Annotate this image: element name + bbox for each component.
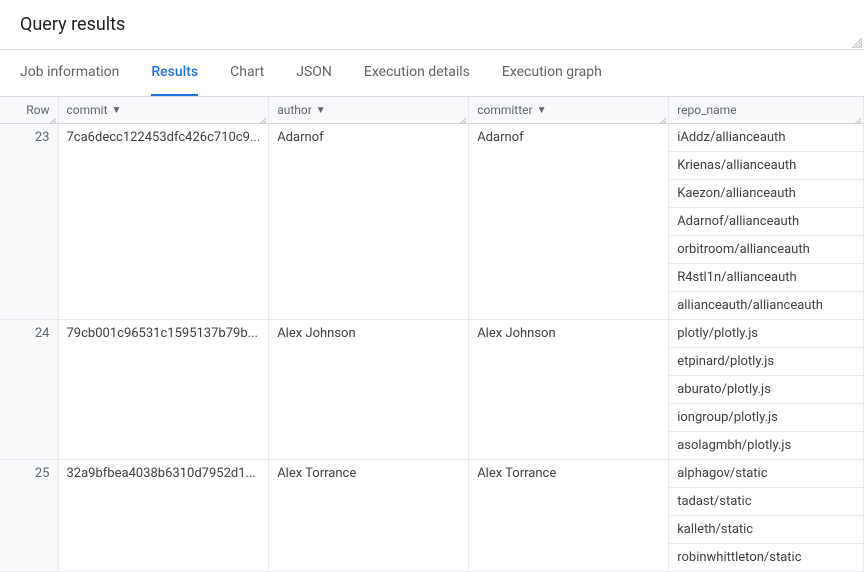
cell-committer: Alex Johnson bbox=[469, 320, 669, 460]
cell-rownum: 23 bbox=[0, 124, 58, 320]
resize-handle-icon[interactable] bbox=[258, 113, 266, 121]
cell-repo-name: alphagov/static bbox=[669, 460, 864, 488]
cell-repo-name: tadast/static bbox=[669, 488, 864, 516]
cell-rownum: 24 bbox=[0, 320, 58, 460]
header: Query results bbox=[0, 0, 864, 50]
cell-repo-name: plotly/plotly.js bbox=[669, 320, 864, 348]
cell-repo-name: kalleth/static bbox=[669, 516, 864, 544]
table-row: 23 7ca6decc122453dfc426c710c9... Adarnof… bbox=[0, 124, 864, 152]
resize-handle-icon[interactable] bbox=[48, 113, 56, 121]
column-header-row[interactable]: Row bbox=[0, 97, 58, 124]
table-header-row: Row commit ▼ author ▼ bbox=[0, 97, 864, 124]
tab-execution-graph[interactable]: Execution graph bbox=[502, 50, 602, 96]
resize-handle-icon[interactable] bbox=[458, 113, 466, 121]
tab-job-information[interactable]: Job information bbox=[20, 50, 119, 96]
cell-commit: 32a9bfbea4038b6310d7952d1... bbox=[58, 460, 269, 572]
tab-results[interactable]: Results bbox=[151, 50, 198, 96]
results-table-container: Row commit ▼ author ▼ bbox=[0, 97, 864, 572]
page-title: Query results bbox=[20, 14, 844, 35]
tab-execution-details[interactable]: Execution details bbox=[364, 50, 470, 96]
results-table: Row commit ▼ author ▼ bbox=[0, 97, 864, 572]
cell-author: Alex Johnson bbox=[269, 320, 469, 460]
cell-author: Alex Torrance bbox=[269, 460, 469, 572]
resize-handle-icon[interactable] bbox=[852, 37, 862, 47]
cell-repo-name: aburato/plotly.js bbox=[669, 376, 864, 404]
column-header-committer[interactable]: committer ▼ bbox=[469, 97, 669, 124]
cell-repo-name: allianceauth/allianceauth bbox=[669, 292, 864, 320]
cell-repo-name: etpinard/plotly.js bbox=[669, 348, 864, 376]
cell-repo-name: robinwhittleton/static bbox=[669, 544, 864, 572]
column-header-commit[interactable]: commit ▼ bbox=[58, 97, 269, 124]
column-header-repo-name[interactable]: repo_name bbox=[669, 97, 864, 124]
cell-commit: 79cb001c96531c1595137b79b... bbox=[58, 320, 269, 460]
cell-author: Adarnof bbox=[269, 124, 469, 320]
cell-repo-name: orbitroom/allianceauth bbox=[669, 236, 864, 264]
column-header-author[interactable]: author ▼ bbox=[269, 97, 469, 124]
cell-repo-name: Krienas/allianceauth bbox=[669, 152, 864, 180]
sort-icon[interactable]: ▼ bbox=[112, 105, 122, 116]
tabs-bar: Job information Results Chart JSON Execu… bbox=[0, 50, 864, 97]
cell-repo-name: Kaezon/allianceauth bbox=[669, 180, 864, 208]
table-row: 25 32a9bfbea4038b6310d7952d1... Alex Tor… bbox=[0, 460, 864, 488]
cell-committer: Alex Torrance bbox=[469, 460, 669, 572]
cell-committer: Adarnof bbox=[469, 124, 669, 320]
resize-handle-icon[interactable] bbox=[853, 113, 861, 121]
tab-chart[interactable]: Chart bbox=[230, 50, 264, 96]
sort-icon[interactable]: ▼ bbox=[537, 105, 547, 116]
cell-rownum: 25 bbox=[0, 460, 58, 572]
resize-handle-icon[interactable] bbox=[658, 113, 666, 121]
cell-commit: 7ca6decc122453dfc426c710c9... bbox=[58, 124, 269, 320]
tab-json[interactable]: JSON bbox=[296, 50, 332, 96]
table-row: 24 79cb001c96531c1595137b79b... Alex Joh… bbox=[0, 320, 864, 348]
cell-repo-name: Adarnof/allianceauth bbox=[669, 208, 864, 236]
cell-repo-name: iongroup/plotly.js bbox=[669, 404, 864, 432]
cell-repo-name: asolagmbh/plotly.js bbox=[669, 432, 864, 460]
cell-repo-name: iAddz/allianceauth bbox=[669, 124, 864, 152]
cell-repo-name: R4stl1n/allianceauth bbox=[669, 264, 864, 292]
sort-icon[interactable]: ▼ bbox=[316, 105, 326, 116]
